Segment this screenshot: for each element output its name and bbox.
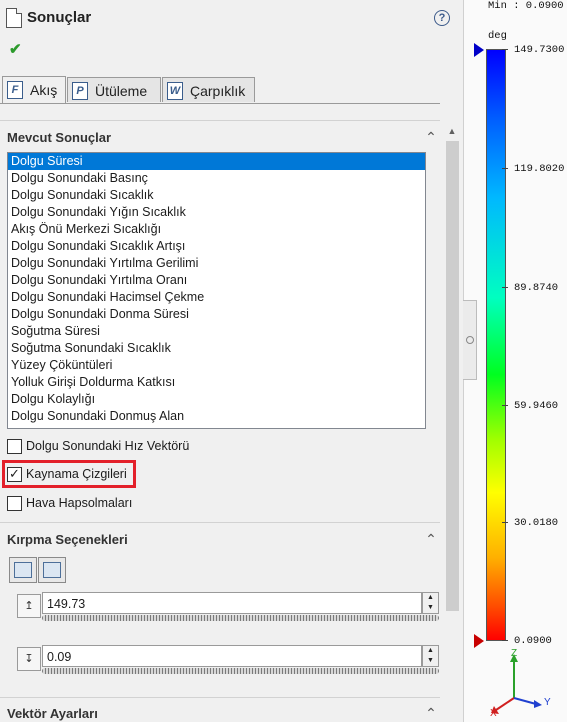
legend-value: 89.8740 [514, 282, 559, 294]
list-item[interactable]: Dolgu Sonundaki Sıcaklık Artışı [8, 238, 425, 255]
flow-tab-icon: F [7, 81, 23, 99]
list-item[interactable]: Dolgu Sonundaki Yırtılma Oranı [8, 272, 425, 289]
section-title-clipping: Kırpma Seçenekleri [7, 532, 128, 547]
section-title-results: Mevcut Sonuçlar [7, 130, 112, 145]
list-item[interactable]: Soğutma Sonundaki Sıcaklık [8, 340, 425, 357]
section-separator [0, 697, 440, 698]
min-spinner[interactable]: ▲ ▼ [422, 645, 439, 667]
min-thumbwheel[interactable] [42, 668, 439, 674]
legend-min-label: Min : 0.0900 [488, 0, 564, 12]
legend-value: 119.8020 [514, 163, 565, 175]
max-marker-icon[interactable] [474, 43, 484, 57]
clip-min-input[interactable]: 0.09 [42, 645, 422, 667]
tab-akis[interactable]: F Akış [2, 76, 66, 103]
clip-option-button-1[interactable] [9, 557, 37, 583]
results-listbox[interactable]: Dolgu Süresi Dolgu Sonundaki Basınç Dolg… [7, 152, 426, 429]
splitter-grip-icon [466, 336, 474, 344]
clip-max-input[interactable]: 149.73 [42, 592, 422, 614]
list-item[interactable]: Dolgu Sonundaki Hacimsel Çekme [8, 289, 425, 306]
clip-shape-icon [14, 562, 32, 578]
tab-divider [0, 103, 440, 104]
list-item[interactable]: Akış Önü Merkezi Sıcaklığı [8, 221, 425, 238]
tab-utuleme[interactable]: P Ütüleme [67, 77, 161, 102]
section-separator [0, 120, 440, 121]
list-item[interactable]: Dolgu Sonundaki Donmuş Alan [8, 408, 425, 425]
list-item[interactable]: Dolgu Sonundaki Basınç [8, 170, 425, 187]
list-item[interactable]: Dolgu Sonundaki Donma Süresi [8, 306, 425, 323]
color-legend: Min : 0.0900 deg 149.7300 119.8020 89.87… [463, 0, 567, 722]
checkbox-label: Dolgu Sonundaki Hız Vektörü [26, 439, 190, 453]
list-item[interactable]: Soğutma Süresi [8, 323, 425, 340]
legend-tick [502, 168, 508, 169]
x-axis-line [495, 697, 515, 711]
max-spinner[interactable]: ▲ ▼ [422, 592, 439, 614]
legend-value: 30.0180 [514, 517, 559, 529]
list-item[interactable]: Dolgu Sonundaki Sıcaklık [8, 187, 425, 204]
max-value-icon: ↥ [17, 594, 41, 618]
min-value-icon: ↧ [17, 647, 41, 671]
section-title-vectors: Vektör Ayarları [7, 706, 98, 721]
scrollbar-thumb[interactable] [446, 141, 459, 611]
air-traps-checkbox[interactable] [7, 496, 22, 511]
help-icon[interactable]: ? [434, 10, 450, 26]
y-axis-arrow [534, 700, 542, 708]
property-manager-panel: Sonuçlar ? ✔ F Akış P Ütüleme W Çarpıklı… [0, 0, 463, 722]
z-axis-label: Z [511, 648, 518, 659]
list-item[interactable]: Dolgu Sonundaki Yığın Sıcaklık [8, 204, 425, 221]
checkbox-label: Hava Hapsolmaları [26, 496, 133, 510]
legend-tick [502, 640, 508, 641]
panel-splitter-handle[interactable] [463, 300, 477, 380]
ok-checkmark-button[interactable]: ✔ [9, 40, 22, 58]
clip-shape-icon [43, 562, 61, 578]
collapse-chevron-icon[interactable]: ⌃ [424, 532, 438, 546]
document-icon [6, 8, 22, 28]
section-separator [0, 522, 440, 523]
legend-tick [502, 49, 508, 50]
y-axis-line [513, 697, 537, 705]
warp-tab-icon: W [167, 82, 183, 100]
panel-header: Sonuçlar ? ✔ [0, 0, 463, 70]
max-thumbwheel[interactable] [42, 615, 439, 621]
clip-option-button-2[interactable] [38, 557, 66, 583]
tab-label: Akış [30, 82, 58, 98]
legend-tick [502, 405, 508, 406]
min-marker-icon[interactable] [474, 634, 484, 648]
tab-label: Çarpıklık [190, 83, 246, 99]
legend-unit: deg [488, 30, 507, 42]
highlight-box [2, 460, 136, 488]
y-axis-label: Y [544, 697, 551, 708]
list-item[interactable]: Dolgu Sonundaki Yırtılma Gerilimi [8, 255, 425, 272]
panel-title: Sonuçlar [27, 9, 92, 26]
list-item[interactable]: Yolluk Girişi Doldurma Katkısı [8, 374, 425, 391]
tab-carpiklik[interactable]: W Çarpıklık [162, 77, 255, 102]
legend-tick [502, 522, 508, 523]
color-scale-bar [486, 49, 506, 641]
velocity-vector-checkbox[interactable] [7, 439, 22, 454]
collapse-chevron-icon[interactable]: ⌃ [424, 706, 438, 720]
tab-label: Ütüleme [95, 83, 148, 99]
collapse-chevron-icon[interactable]: ⌃ [424, 130, 438, 144]
legend-value: 0.0900 [514, 635, 552, 647]
pack-tab-icon: P [72, 82, 88, 100]
legend-tick [502, 287, 508, 288]
list-item[interactable]: Dolgu Kolaylığı [8, 391, 425, 408]
legend-value: 59.9460 [514, 400, 559, 412]
list-item[interactable]: Dolgu Süresi [8, 153, 425, 170]
scroll-up-arrow-icon[interactable]: ▲ [445, 124, 459, 138]
x-axis-label: X [490, 708, 497, 719]
legend-value: 149.7300 [514, 44, 565, 56]
list-item[interactable]: Yüzey Çöküntüleri [8, 357, 425, 374]
